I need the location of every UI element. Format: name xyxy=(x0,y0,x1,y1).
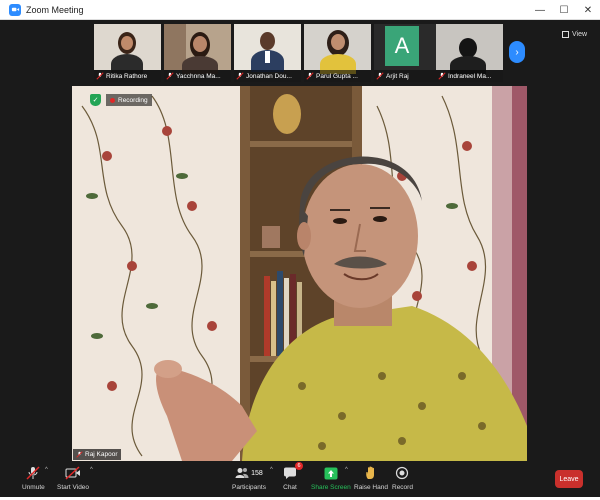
view-button[interactable]: View xyxy=(562,28,587,40)
participant-tile[interactable]: Ritika Rathore xyxy=(94,24,161,82)
muted-mic-icon xyxy=(26,466,40,480)
chat-unread-badge: 6 xyxy=(295,462,303,470)
share-screen-icon xyxy=(324,467,338,479)
zoom-logo-icon xyxy=(9,3,21,16)
participant-tile[interactable]: Jonathan Dou... xyxy=(234,24,301,82)
video-off-icon xyxy=(65,466,81,480)
start-video-button[interactable]: Start Video xyxy=(57,465,89,491)
title-bar: Zoom Meeting — ☐ ✕ xyxy=(0,0,600,20)
participant-video: A xyxy=(374,24,441,70)
zoom-window: Zoom Meeting — ☐ ✕ Ritika Rathore Yacchn… xyxy=(0,0,600,500)
participant-tile[interactable]: Indraneel Ma... xyxy=(436,24,503,82)
muted-mic-icon xyxy=(438,72,446,80)
participant-tile[interactable]: Parul Gupta ... xyxy=(304,24,371,82)
participant-tile[interactable]: A Arjit Raj xyxy=(374,24,441,82)
window-title: Zoom Meeting xyxy=(26,4,84,15)
participant-name: Parul Gupta ... xyxy=(316,72,358,80)
raise-hand-label: Raise Hand xyxy=(354,484,388,491)
video-options-caret-icon[interactable]: ^ xyxy=(90,467,93,473)
record-label: Record xyxy=(392,484,413,491)
maximize-button[interactable]: ☐ xyxy=(552,0,576,20)
chat-button[interactable]: 6 Chat xyxy=(281,462,303,491)
participants-label: Participants xyxy=(232,484,266,491)
participant-name: Jonathan Dou... xyxy=(246,72,292,80)
share-screen-label: Share Screen xyxy=(311,484,351,491)
audio-options-caret-icon[interactable]: ^ xyxy=(45,467,48,473)
share-options-caret-icon[interactable]: ^ xyxy=(345,467,348,473)
speaker-video-frame xyxy=(72,86,527,461)
speaker-name-tag: Raj Kapoor xyxy=(73,449,121,460)
muted-mic-icon xyxy=(376,72,384,80)
muted-mic-icon xyxy=(76,451,83,458)
shield-check-icon[interactable]: ✓ xyxy=(90,94,101,106)
participant-name: Arjit Raj xyxy=(386,72,409,80)
recording-dot-icon xyxy=(110,97,115,103)
next-page-button[interactable]: › xyxy=(509,41,525,63)
participant-name: Yacchnna Ma... xyxy=(176,72,221,80)
meeting-toolbar: Unmute ^ Start Video ^ 158 Participants … xyxy=(0,461,600,500)
chat-label: Chat xyxy=(283,484,297,491)
participants-count: 158 xyxy=(251,469,263,477)
record-button[interactable]: Record xyxy=(392,465,413,491)
participant-name: Indraneel Ma... xyxy=(448,72,492,80)
participant-video xyxy=(304,24,371,74)
muted-mic-icon xyxy=(306,72,314,80)
chevron-right-icon: › xyxy=(515,46,519,58)
unmute-label: Unmute xyxy=(22,484,45,491)
participant-video xyxy=(94,24,161,74)
raise-hand-icon xyxy=(366,466,374,479)
start-video-label: Start Video xyxy=(57,484,90,491)
raise-hand-button[interactable]: Raise Hand xyxy=(354,465,388,491)
participants-caret-icon[interactable]: ^ xyxy=(270,467,273,473)
active-speaker-video[interactable] xyxy=(72,86,527,461)
speaker-name: Raj Kapoor xyxy=(85,451,118,458)
muted-mic-icon xyxy=(166,72,174,80)
participant-name: Ritika Rathore xyxy=(106,72,148,80)
minimize-button[interactable]: — xyxy=(528,0,552,20)
participant-tile[interactable]: Yacchnna Ma... xyxy=(164,24,231,82)
unmute-button[interactable]: Unmute xyxy=(22,465,45,491)
muted-mic-icon xyxy=(96,72,104,80)
muted-mic-icon xyxy=(236,72,244,80)
recording-label: Recording xyxy=(118,96,148,104)
grid-view-icon xyxy=(562,30,569,38)
participants-icon xyxy=(235,468,249,478)
participants-button[interactable]: 158 Participants xyxy=(232,465,266,491)
recording-indicator: ✓ Recording xyxy=(90,94,152,106)
view-label: View xyxy=(572,30,588,38)
leave-button[interactable]: Leave xyxy=(555,470,583,488)
participant-video xyxy=(234,24,301,72)
participant-video xyxy=(436,24,503,74)
close-button[interactable]: ✕ xyxy=(576,0,600,20)
participant-avatar: A xyxy=(385,26,419,66)
record-icon xyxy=(396,466,409,480)
participant-video xyxy=(164,24,231,74)
